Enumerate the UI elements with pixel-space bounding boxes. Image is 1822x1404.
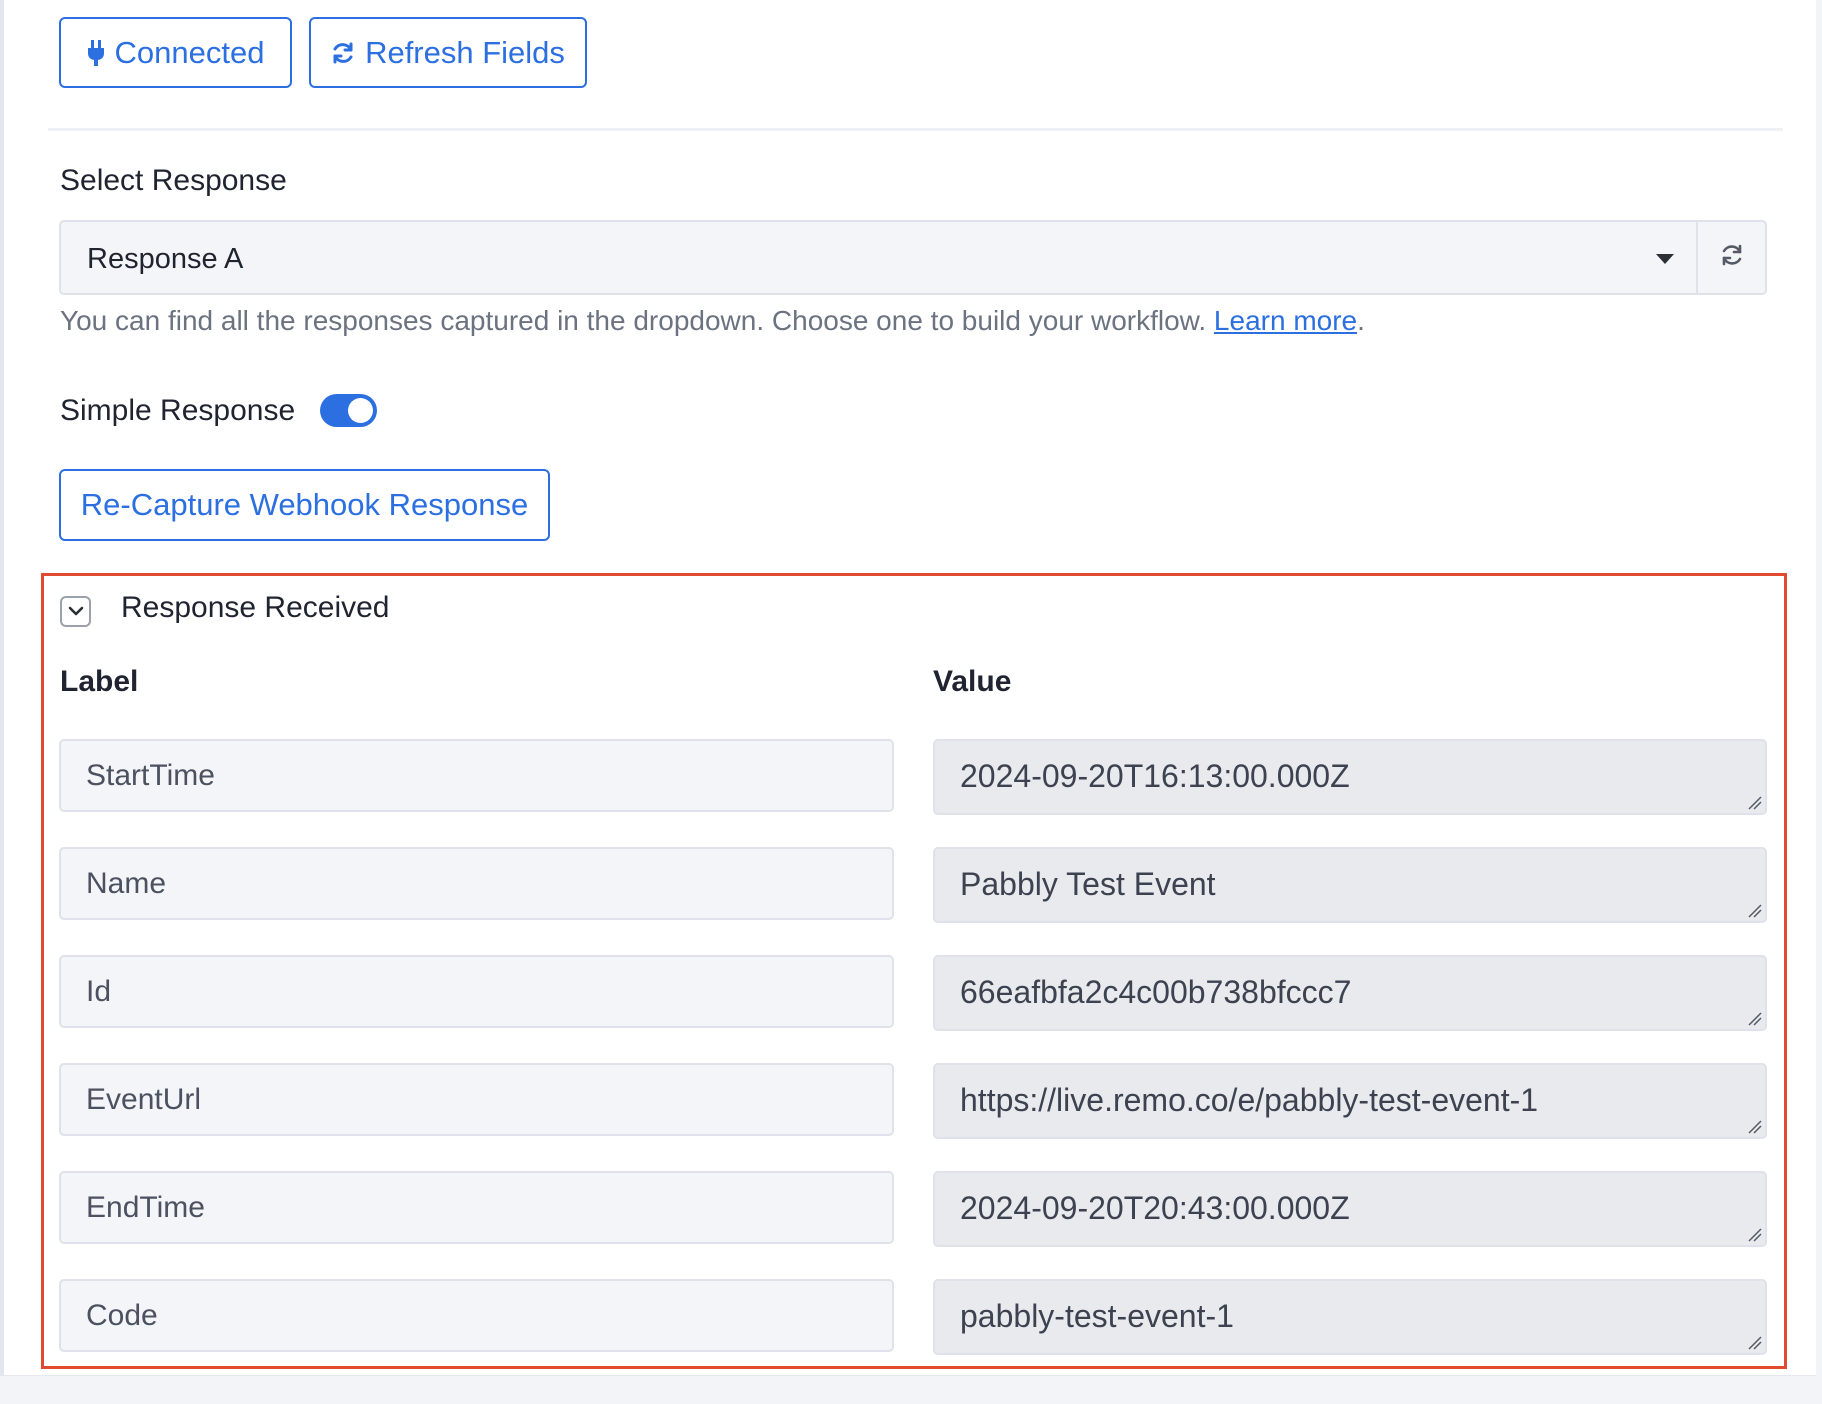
row-value-field[interactable]: Pabbly Test Event xyxy=(933,847,1767,923)
connected-button[interactable]: Connected xyxy=(59,17,292,88)
response-select[interactable]: Response A xyxy=(59,220,1698,295)
refresh-icon xyxy=(331,41,355,65)
row-value-field[interactable]: 2024-09-20T16:13:00.000Z xyxy=(933,739,1767,815)
resize-handle-icon[interactable] xyxy=(1748,1012,1762,1026)
refresh-fields-button[interactable]: Refresh Fields xyxy=(309,17,587,88)
collapse-toggle[interactable] xyxy=(60,596,91,627)
row-value-text: pabbly-test-event-1 xyxy=(960,1298,1234,1334)
row-label-field[interactable]: Name xyxy=(59,847,894,920)
row-label-field[interactable]: StartTime xyxy=(59,739,894,812)
help-suffix: . xyxy=(1357,305,1365,336)
webhook-settings-panel: Connected Refresh Fields Select Response… xyxy=(0,0,1816,1376)
row-value-text: 2024-09-20T20:43:00.000Z xyxy=(960,1190,1350,1226)
learn-more-link[interactable]: Learn more xyxy=(1214,305,1357,336)
resize-handle-icon[interactable] xyxy=(1748,904,1762,918)
divider xyxy=(48,128,1783,131)
row-label-field[interactable]: Code xyxy=(59,1279,894,1352)
row-label-field[interactable]: EventUrl xyxy=(59,1063,894,1136)
row-value-text: 66eafbfa2c4c00b738bfccc7 xyxy=(960,974,1352,1010)
row-value-field[interactable]: pabbly-test-event-1 xyxy=(933,1279,1767,1355)
row-value-field[interactable]: 2024-09-20T20:43:00.000Z xyxy=(933,1171,1767,1247)
plug-icon xyxy=(87,39,105,66)
toggle-knob xyxy=(348,398,373,423)
select-response-help: You can find all the responses captured … xyxy=(60,305,1365,337)
help-text: You can find all the responses captured … xyxy=(60,305,1214,336)
resize-handle-icon[interactable] xyxy=(1748,1336,1762,1350)
reload-responses-button[interactable] xyxy=(1698,220,1767,295)
row-value-text: 2024-09-20T16:13:00.000Z xyxy=(960,758,1350,794)
response-select-value: Response A xyxy=(87,243,244,275)
refresh-fields-label: Refresh Fields xyxy=(365,34,565,70)
chevron-down-icon xyxy=(68,603,84,621)
select-response-label: Select Response xyxy=(60,164,287,197)
value-column-header: Value xyxy=(933,665,1012,698)
resize-handle-icon[interactable] xyxy=(1748,1120,1762,1134)
recapture-webhook-button[interactable]: Re-Capture Webhook Response xyxy=(59,469,550,541)
row-value-field[interactable]: 66eafbfa2c4c00b738bfccc7 xyxy=(933,955,1767,1031)
row-value-field[interactable]: https://live.remo.co/e/pabbly-test-event… xyxy=(933,1063,1767,1139)
caret-down-icon xyxy=(1656,254,1674,264)
resize-handle-icon[interactable] xyxy=(1748,1228,1762,1242)
resize-handle-icon[interactable] xyxy=(1748,796,1762,810)
recapture-label: Re-Capture Webhook Response xyxy=(80,487,529,522)
row-value-text: https://live.remo.co/e/pabbly-test-event… xyxy=(960,1082,1539,1118)
row-value-text: Pabbly Test Event xyxy=(960,866,1216,902)
row-label-field[interactable]: EndTime xyxy=(59,1171,894,1244)
refresh-icon xyxy=(1720,243,1744,272)
simple-response-label: Simple Response xyxy=(60,394,296,427)
label-column-header: Label xyxy=(60,665,139,698)
response-received-title: Response Received xyxy=(121,591,390,624)
row-label-field[interactable]: Id xyxy=(59,955,894,1028)
connected-label: Connected xyxy=(114,34,265,70)
simple-response-toggle[interactable] xyxy=(320,394,377,427)
